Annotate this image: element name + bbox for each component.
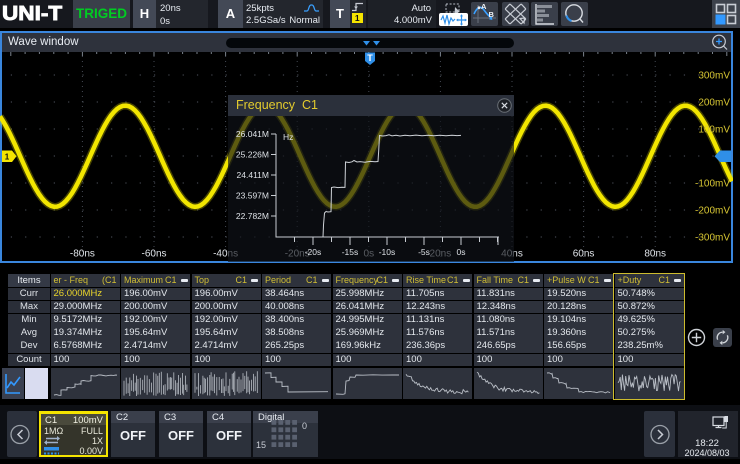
- svg-text:-80ns: -80ns: [70, 249, 95, 260]
- svg-text:T: T: [367, 53, 373, 63]
- svg-text:-5s: -5s: [418, 247, 430, 257]
- svg-text:1: 1: [5, 153, 10, 162]
- svg-text:-60ns: -60ns: [141, 249, 166, 260]
- svg-text:A: A: [481, 2, 487, 11]
- svg-text:24.411M: 24.411M: [237, 170, 269, 180]
- svg-text:-200mV: -200mV: [695, 206, 730, 217]
- svg-text:-15s: -15s: [342, 247, 359, 257]
- svg-text:22.782M: 22.782M: [236, 211, 269, 221]
- svg-text:0s: 0s: [457, 247, 466, 257]
- svg-text:23.597M: 23.597M: [236, 191, 269, 201]
- svg-text:-300mV: -300mV: [695, 233, 730, 244]
- svg-text:25.226M: 25.226M: [236, 150, 269, 160]
- svg-text:80ns: 80ns: [644, 249, 666, 260]
- svg-text:100mV: 100mV: [698, 125, 730, 136]
- svg-text:-100mV: -100mV: [695, 179, 730, 190]
- svg-text:300mV: 300mV: [698, 71, 730, 82]
- svg-text:200mV: 200mV: [698, 98, 730, 109]
- svg-text:-10s: -10s: [379, 247, 396, 257]
- svg-text:26.041M: 26.041M: [236, 129, 269, 139]
- svg-text:60ns: 60ns: [573, 249, 595, 260]
- svg-text:-20s: -20s: [305, 247, 322, 257]
- svg-text:Hz: Hz: [283, 132, 293, 142]
